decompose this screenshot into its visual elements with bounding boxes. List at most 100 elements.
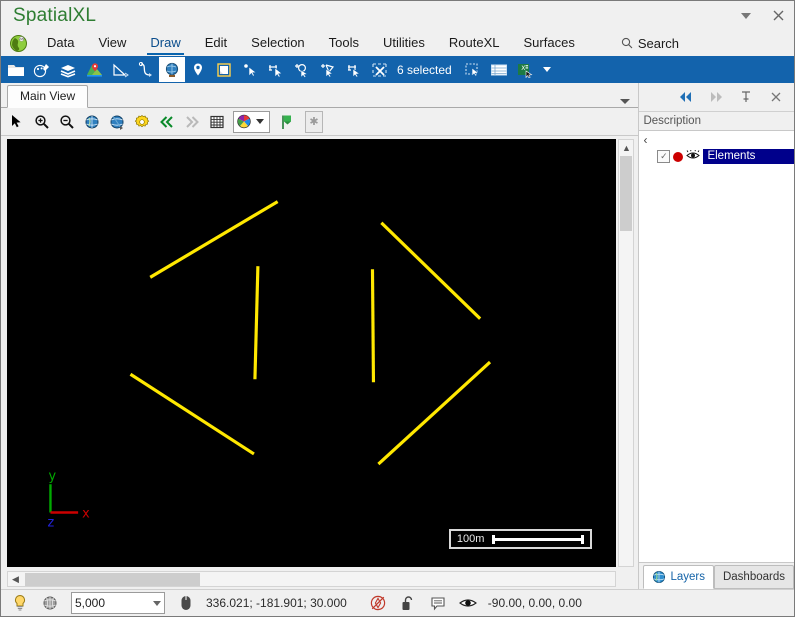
map-pin-map-icon[interactable]	[81, 57, 107, 82]
red-dot-icon[interactable]	[673, 151, 684, 162]
zoom-out-icon[interactable]	[54, 111, 79, 133]
collapse-right-icon[interactable]	[702, 85, 730, 109]
map-element-line[interactable]	[253, 266, 260, 380]
eye-icon[interactable]	[686, 149, 701, 164]
axis-y-label: y	[48, 469, 56, 484]
curve-node-icon[interactable]	[133, 57, 159, 82]
map-element-line[interactable]	[380, 221, 482, 320]
pin-icon[interactable]	[732, 85, 760, 109]
note-page-icon[interactable]	[211, 57, 237, 82]
tab-label: Dashboards	[722, 571, 785, 583]
snap-target-icon[interactable]	[363, 591, 393, 615]
document-tabs-overflow-icon[interactable]	[620, 99, 631, 104]
menu-item-data[interactable]: Data	[35, 32, 86, 54]
menu-item-selection[interactable]: Selection	[239, 32, 316, 54]
tab-layers[interactable]: Layers	[643, 565, 714, 589]
tree-collapse-row[interactable]: ‹	[639, 131, 794, 148]
menu-label: Draw	[150, 35, 181, 50]
layers-stack-icon[interactable]	[55, 57, 81, 82]
pointer-arrow-icon[interactable]	[4, 111, 29, 133]
tree-item-label: Elements	[703, 149, 794, 164]
column-header-description: Description	[639, 112, 794, 131]
horizontal-scroll-thumb[interactable]	[25, 572, 200, 586]
menu-item-surfaces[interactable]: Surfaces	[512, 32, 587, 54]
eye-icon[interactable]	[453, 591, 483, 615]
globe-africa-icon: AB	[9, 34, 27, 52]
color-palette-button[interactable]	[233, 110, 270, 133]
open-folder-icon[interactable]	[3, 57, 29, 82]
select-box-icon[interactable]	[341, 57, 367, 82]
menu-item-draw[interactable]: Draw	[138, 32, 192, 55]
select-point-icon[interactable]	[237, 57, 263, 82]
canvas-horizontal-scrollbar[interactable]: ◀	[7, 571, 617, 587]
menu-item-edit[interactable]: Edit	[193, 32, 239, 54]
view-orientation: -90.00, 0.00, 0.00	[487, 596, 582, 610]
column-header-label: Description	[643, 115, 701, 127]
menu-item-utilities[interactable]: Utilities	[371, 32, 437, 54]
close-icon	[773, 10, 783, 21]
select-rect-icon[interactable]	[263, 57, 289, 82]
selection-window-icon[interactable]	[460, 57, 486, 82]
globe-view-icon[interactable]	[159, 57, 185, 82]
export-excel-icon[interactable]: X	[512, 57, 538, 82]
chevron-down-icon	[542, 67, 551, 72]
select-circle-icon[interactable]	[289, 57, 315, 82]
layers-panel-toolbar	[639, 83, 794, 112]
palette-globe-icon[interactable]	[29, 57, 55, 82]
canvas-vertical-scrollbar[interactable]: ▲	[618, 139, 635, 567]
ribbon-toolbar: 6 selected X	[1, 56, 794, 83]
attribute-table-icon[interactable]	[486, 57, 512, 82]
selected-elements[interactable]	[129, 200, 492, 466]
search-box[interactable]: Search	[611, 33, 689, 54]
message-icon[interactable]	[423, 591, 453, 615]
minimize-button[interactable]	[730, 1, 762, 30]
step-back-icon[interactable]	[154, 111, 179, 133]
menu-item-view[interactable]: View	[86, 32, 138, 54]
axis-z-label: z	[47, 516, 54, 531]
tab-dashboards[interactable]: Dashboards	[713, 565, 794, 589]
ribbon-overflow-button[interactable]	[538, 57, 556, 82]
close-button[interactable]	[762, 1, 794, 30]
scroll-up-icon[interactable]: ▲	[619, 140, 633, 155]
vertical-scroll-thumb[interactable]	[620, 156, 633, 231]
view-settings-gear-icon[interactable]	[129, 111, 154, 133]
chevron-left-icon: ‹	[643, 132, 648, 147]
close-panel-icon[interactable]	[762, 85, 790, 109]
step-forward-icon[interactable]	[179, 111, 204, 133]
scale-dropdown[interactable]: 5,000	[71, 592, 165, 614]
menu-item-tools[interactable]: Tools	[317, 32, 371, 54]
grid-icon[interactable]	[204, 111, 229, 133]
measure-triangle-icon[interactable]	[107, 57, 133, 82]
tree-item-elements[interactable]: ✓ Elements	[639, 148, 794, 165]
cursor-coordinates: 336.021; -181.901; 30.000	[206, 596, 347, 610]
scale-bar: 100m	[448, 529, 593, 549]
map-element-line[interactable]	[129, 372, 255, 456]
lightbulb-icon[interactable]	[5, 591, 35, 615]
map-element-line[interactable]	[377, 360, 492, 466]
map-canvas[interactable]: y x z 100m	[7, 139, 617, 567]
color-palette-icon	[237, 114, 251, 129]
wireframe-globe-icon[interactable]	[35, 591, 65, 615]
map-element-line[interactable]	[370, 269, 376, 383]
snapshot-icon[interactable]: ✱	[305, 110, 323, 133]
location-pin-icon[interactable]	[185, 57, 211, 82]
scroll-left-icon[interactable]: ◀	[8, 574, 23, 585]
checkbox-checked-icon[interactable]: ✓	[657, 150, 671, 163]
map-element-line[interactable]	[149, 200, 279, 279]
app-logo-button[interactable]: AB	[1, 34, 35, 53]
zoom-in-icon[interactable]	[29, 111, 54, 133]
menu-label: Selection	[251, 35, 305, 50]
collapse-left-icon[interactable]	[672, 85, 700, 109]
menu-item-routexl[interactable]: RouteXL	[437, 32, 512, 54]
search-icon	[621, 37, 633, 49]
unlock-icon[interactable]	[393, 591, 423, 615]
chevron-down-icon	[153, 600, 161, 606]
select-polygon-icon[interactable]	[315, 57, 341, 82]
clear-selection-icon[interactable]	[367, 57, 393, 82]
zoom-extent-globe-icon[interactable]	[79, 111, 104, 133]
tab-main-view[interactable]: Main View	[7, 85, 89, 108]
green-flag-icon[interactable]	[274, 111, 299, 133]
menu-label: Surfaces	[523, 35, 575, 50]
zoom-previous-globe-icon[interactable]	[104, 111, 129, 133]
scale-bar-label: 100m	[456, 533, 485, 545]
